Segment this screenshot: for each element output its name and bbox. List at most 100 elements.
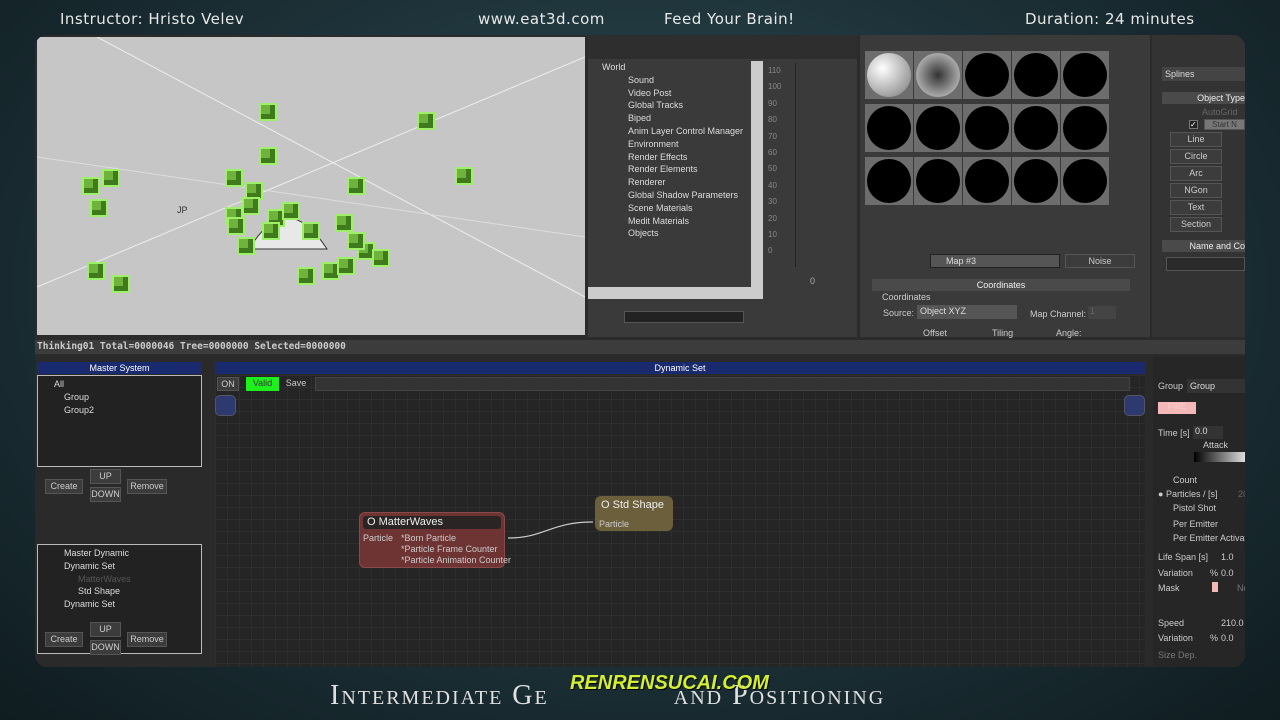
material-slot[interactable]: [1012, 157, 1060, 205]
spline-circle-button[interactable]: Circle: [1170, 149, 1222, 164]
output-animation-counter[interactable]: *Particle Animation Counter: [401, 555, 511, 565]
count-radio[interactable]: Count: [1173, 475, 1197, 485]
dynamic-item[interactable]: Dynamic Set: [64, 598, 201, 611]
category-dropdown[interactable]: Splines: [1162, 67, 1245, 81]
attack-gradient[interactable]: [1194, 452, 1245, 462]
spline-text-button[interactable]: Text: [1170, 200, 1222, 215]
track-item[interactable]: Renderer: [602, 176, 752, 189]
material-slot[interactable]: [963, 104, 1011, 152]
group-item[interactable]: Group: [54, 391, 201, 404]
start-new-checkbox[interactable]: ✓: [1189, 120, 1198, 129]
node-graph-canvas[interactable]: [215, 375, 1145, 667]
pistol-shot-radio[interactable]: Pistol Shot: [1173, 503, 1216, 513]
valid-indicator[interactable]: Valid: [246, 377, 279, 391]
map-name-field[interactable]: Map #3: [930, 254, 1060, 268]
create-button[interactable]: Create: [45, 479, 83, 494]
track-item[interactable]: Global Tracks: [602, 99, 752, 112]
track-item[interactable]: Render Elements: [602, 163, 752, 176]
per-emitter-activation-checkbox[interactable]: Per Emitter Activat: [1173, 533, 1245, 543]
track-item[interactable]: Objects: [602, 227, 752, 240]
particles-value[interactable]: 20: [1238, 489, 1245, 499]
speed-field[interactable]: 210.0: [1221, 618, 1244, 628]
start-new-button[interactable]: Start N: [1204, 119, 1245, 130]
output-born-particle[interactable]: *Born Particle: [401, 533, 456, 543]
material-slot[interactable]: [1012, 104, 1060, 152]
material-slot[interactable]: [865, 51, 913, 99]
map-channel-spinner[interactable]: 1: [1088, 306, 1116, 319]
speed-variation-field[interactable]: 0.0: [1221, 633, 1234, 643]
track-item[interactable]: Render Effects: [602, 151, 752, 164]
curve-area[interactable]: [795, 63, 857, 267]
material-slot[interactable]: [914, 157, 962, 205]
on-button[interactable]: ON: [217, 377, 239, 391]
track-item[interactable]: Sound: [602, 74, 752, 87]
material-slot[interactable]: [914, 104, 962, 152]
output-frame-counter[interactable]: *Particle Frame Counter: [401, 544, 498, 554]
variation-field[interactable]: 0.0: [1221, 568, 1234, 578]
remove-button-2[interactable]: Remove: [127, 632, 167, 647]
node-std-shape[interactable]: O Std Shape Particle: [595, 496, 673, 531]
node-title: O Std Shape: [601, 499, 664, 511]
time-spinner[interactable]: 0.0: [1193, 426, 1223, 439]
mask-button[interactable]: No: [1237, 583, 1245, 593]
material-slot[interactable]: [1012, 51, 1060, 99]
dynamic-item[interactable]: Std Shape: [64, 585, 201, 598]
material-slot[interactable]: [1061, 51, 1109, 99]
spline-ngon-button[interactable]: NGon: [1170, 183, 1222, 198]
name-color-rollout[interactable]: Name and Co: [1162, 240, 1245, 252]
dynamic-item[interactable]: Dynamic Set: [64, 560, 201, 573]
track-item[interactable]: World: [602, 61, 752, 74]
material-slot[interactable]: [1061, 104, 1109, 152]
per-emitter-checkbox[interactable]: Per Emitter: [1173, 519, 1218, 529]
node-matterwaves[interactable]: O MatterWaves Particle *Born Particle *P…: [359, 512, 511, 568]
perspective-viewport[interactable]: JP: [37, 37, 585, 335]
input-port[interactable]: [215, 395, 236, 416]
track-item[interactable]: Environment: [602, 138, 752, 151]
spline-line-button[interactable]: Line: [1170, 132, 1222, 147]
spline-section-button[interactable]: Section: [1170, 217, 1222, 232]
node-port-label: Particle: [599, 519, 630, 529]
group-dropdown[interactable]: Group: [1187, 379, 1245, 393]
track-search-field[interactable]: [624, 311, 744, 323]
particles-radio[interactable]: ● Particles / [s]: [1158, 489, 1217, 499]
material-slot[interactable]: [914, 51, 962, 99]
life-span-field[interactable]: 1.0: [1221, 552, 1234, 562]
dynamic-item[interactable]: Master Dynamic: [64, 547, 201, 560]
name-input[interactable]: [315, 377, 1130, 391]
track-hierarchy[interactable]: World Sound Video Post Global Tracks Biped An…: [602, 61, 752, 240]
horizontal-scrollbar[interactable]: [588, 287, 763, 299]
track-item[interactable]: Video Post: [602, 87, 752, 100]
up-button-2[interactable]: UP: [90, 622, 121, 637]
track-item[interactable]: Scene Materials: [602, 202, 752, 215]
remove-button[interactable]: Remove: [127, 479, 167, 494]
map-type-button[interactable]: Noise: [1065, 254, 1135, 268]
dynamic-item[interactable]: MatterWaves: [64, 573, 201, 586]
output-port[interactable]: [1124, 395, 1145, 416]
material-slot[interactable]: [963, 157, 1011, 205]
material-slot[interactable]: [865, 104, 913, 152]
down-button-2[interactable]: DOWN: [90, 640, 121, 655]
group-item[interactable]: Group2: [54, 404, 201, 417]
source-dropdown[interactable]: Object XYZ: [917, 305, 1017, 319]
material-slot[interactable]: [963, 51, 1011, 99]
fire-button[interactable]: FIRE: [1158, 402, 1196, 414]
name-field[interactable]: [1166, 257, 1245, 271]
material-slot[interactable]: [1061, 157, 1109, 205]
up-button[interactable]: UP: [90, 469, 121, 484]
track-item[interactable]: Anim Layer Control Manager: [602, 125, 752, 138]
group-item[interactable]: All: [54, 378, 201, 391]
track-item[interactable]: Biped: [602, 112, 752, 125]
object-type-rollout[interactable]: Object Type: [1162, 92, 1245, 104]
vertical-scrollbar[interactable]: [751, 61, 763, 287]
track-item[interactable]: Global Shadow Parameters: [602, 189, 752, 202]
track-item[interactable]: Medit Materials: [602, 215, 752, 228]
autogrid-checkbox[interactable]: AutoGrid: [1202, 107, 1238, 117]
create-button-2[interactable]: Create: [45, 632, 83, 647]
save-button[interactable]: Save: [284, 377, 308, 391]
mask-color-swatch[interactable]: [1212, 582, 1218, 592]
down-button[interactable]: DOWN: [90, 487, 121, 502]
master-system-tree[interactable]: All Group Group2: [37, 375, 202, 467]
spline-arc-button[interactable]: Arc: [1170, 166, 1222, 181]
material-slot[interactable]: [865, 157, 913, 205]
coordinates-rollout[interactable]: Coordinates: [872, 279, 1130, 291]
